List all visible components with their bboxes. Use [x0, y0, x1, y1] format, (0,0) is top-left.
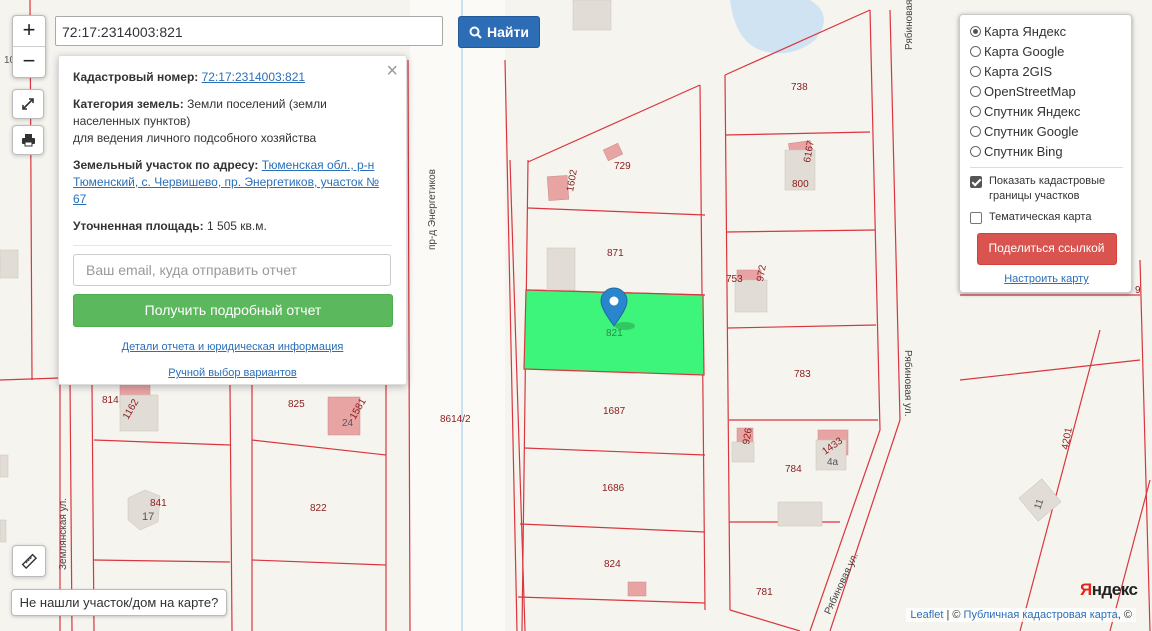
- map-attribution: Leaflet | © Публичная кадастровая карта,…: [906, 608, 1136, 622]
- land-category-row: Категория земель: Земли поселений (земли…: [73, 96, 392, 147]
- parcel-label: 871: [607, 248, 624, 259]
- printer-icon: [21, 134, 35, 147]
- manual-selection-link-wrap: Ручной выбор вариантов: [73, 367, 392, 379]
- ruler-icon: [21, 553, 37, 569]
- show-boundaries-option[interactable]: Показать кадастровые границы участков: [970, 174, 1123, 204]
- base-layer-options: Карта Яндекс Карта Google Карта 2GIS OpenSt…: [970, 21, 1123, 161]
- parcel-label: 24: [342, 418, 354, 429]
- parcel-label: 822: [310, 503, 327, 514]
- address-row: Земельный участок по адресу: Тюменская о…: [73, 157, 392, 208]
- manual-selection-link[interactable]: Ручной выбор вариантов: [168, 367, 296, 379]
- parcel-label: 4а: [827, 457, 839, 468]
- email-input[interactable]: Ваш email, куда отправить отчет: [73, 254, 391, 286]
- layer-option-label: Карта Google: [984, 43, 1065, 59]
- layer-option[interactable]: Карта Google: [970, 41, 1123, 61]
- street-label: Рябиновая ул.: [903, 0, 915, 50]
- cadastral-number-row: Кадастровый номер: 72:17:2314003:821: [73, 69, 392, 86]
- expand-icon: [22, 98, 34, 110]
- layer-option-label: OpenStreetMap: [984, 83, 1076, 99]
- parcel-label: 17: [142, 511, 154, 523]
- parcel-label: 800: [792, 179, 809, 190]
- street-label: пр-д Энергетиков: [427, 169, 438, 250]
- street-label: Землянская ул.: [58, 498, 69, 570]
- area-row: Уточненная площадь: 1 505 кв.м.: [73, 218, 392, 235]
- parcel-label: 784: [785, 464, 802, 475]
- not-found-button[interactable]: Не нашли участок/дом на карте?: [11, 589, 227, 616]
- map-layers-panel: Карта Яндекс Карта Google Карта 2GIS OpenSt…: [959, 14, 1132, 293]
- layer-radio[interactable]: [970, 45, 981, 57]
- report-details-link[interactable]: Детали отчета и юридическая информация: [122, 341, 344, 353]
- zoom-control: + −: [12, 15, 46, 78]
- parcel-label: 9: [1135, 285, 1141, 296]
- leaflet-link[interactable]: Leaflet: [910, 609, 943, 621]
- parcel-label: 825: [288, 399, 305, 410]
- pkk-link[interactable]: Публичная кадастровая карта: [964, 609, 1118, 621]
- layer-radio[interactable]: [970, 85, 981, 97]
- parcel-label: 824: [604, 559, 621, 570]
- parcel-label: 753: [726, 274, 743, 285]
- layer-radio[interactable]: [970, 65, 981, 77]
- street-label: Рябиновая ул.: [902, 350, 914, 417]
- attribution-separator: | ©: [943, 609, 964, 621]
- zoom-in-button[interactable]: +: [13, 16, 45, 47]
- parcel-label: 8614/2: [440, 414, 471, 425]
- layer-option[interactable]: Спутник Bing: [970, 141, 1123, 161]
- divider: [970, 167, 1123, 168]
- layer-option[interactable]: OpenStreetMap: [970, 81, 1123, 101]
- layer-option-label: Спутник Bing: [984, 143, 1063, 159]
- parcel-label: 729: [614, 161, 631, 172]
- layer-radio[interactable]: [970, 125, 981, 137]
- layer-radio[interactable]: [970, 25, 981, 37]
- parcel-label: 821: [606, 328, 623, 339]
- report-details-link-wrap: Детали отчета и юридическая информация: [73, 341, 392, 353]
- search-button[interactable]: Найти: [458, 16, 540, 48]
- parcel-label: 781: [756, 587, 773, 598]
- attribution-suffix: , ©: [1117, 609, 1132, 621]
- ruler-button[interactable]: [12, 545, 46, 577]
- cadastral-number-link[interactable]: 72:17:2314003:821: [202, 70, 305, 84]
- parcel-label: 841: [150, 498, 167, 509]
- land-category-label: Категория земель:: [73, 97, 184, 111]
- close-icon[interactable]: ×: [386, 60, 398, 83]
- yandex-logo: Яндекс: [1080, 580, 1138, 599]
- print-button[interactable]: [12, 125, 44, 155]
- get-report-button[interactable]: Получить подробный отчет: [73, 294, 393, 327]
- parcel-label: 1687: [603, 406, 626, 417]
- share-link-button[interactable]: Поделиться ссылкой: [976, 233, 1117, 265]
- area-label: Уточненная площадь:: [73, 219, 204, 233]
- thematic-map-option[interactable]: Тематическая карта: [970, 210, 1123, 225]
- thematic-map-checkbox[interactable]: [970, 212, 982, 224]
- layer-option[interactable]: Карта 2GIS: [970, 61, 1123, 81]
- show-boundaries-label: Показать кадастровые границы участков: [989, 175, 1106, 202]
- layer-option-label: Спутник Google: [984, 123, 1079, 139]
- configure-map-link[interactable]: Настроить карту: [970, 273, 1123, 285]
- address-label: Земельный участок по адресу:: [73, 158, 259, 172]
- zoom-out-button[interactable]: −: [13, 47, 45, 77]
- area-value: 1 505 кв.м.: [206, 219, 267, 233]
- layer-option[interactable]: Спутник Google: [970, 121, 1123, 141]
- layer-option[interactable]: Спутник Яндекс: [970, 101, 1123, 121]
- layer-radio[interactable]: [970, 145, 981, 157]
- fullscreen-button[interactable]: [12, 89, 44, 119]
- search-icon: [469, 26, 482, 39]
- parcel-label: 738: [791, 82, 808, 93]
- layer-radio[interactable]: [970, 105, 981, 117]
- layer-option-label: Спутник Яндекс: [984, 103, 1081, 119]
- layer-option-label: Карта 2GIS: [984, 63, 1053, 79]
- thematic-map-label: Тематическая карта: [989, 211, 1092, 223]
- cadastral-number-label: Кадастровый номер:: [73, 70, 199, 84]
- layer-option[interactable]: Карта Яндекс: [970, 21, 1123, 41]
- parcel-label: 1686: [602, 483, 625, 494]
- search-button-label: Найти: [487, 24, 529, 40]
- cadastral-search-input[interactable]: 72:17:2314003:821: [55, 16, 443, 46]
- land-usage-value: для ведения личного подсобного хозяйства: [73, 131, 317, 145]
- parcel-info-popup: × Кадастровый номер: 72:17:2314003:821 К…: [58, 55, 407, 385]
- show-boundaries-checkbox[interactable]: [970, 176, 982, 188]
- parcel-label: 814: [102, 395, 119, 406]
- parcel-label: 783: [794, 369, 811, 380]
- divider: [73, 245, 392, 246]
- layer-option-label: Карта Яндекс: [984, 23, 1067, 39]
